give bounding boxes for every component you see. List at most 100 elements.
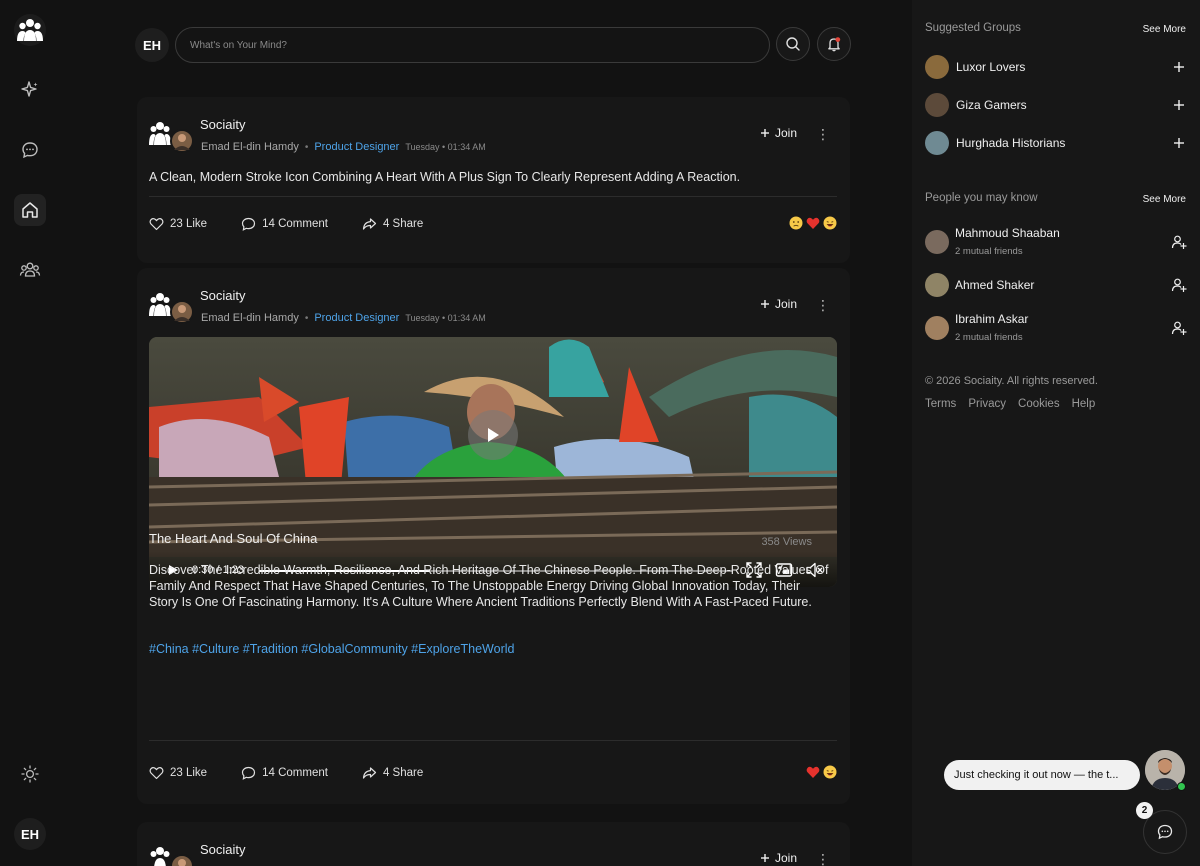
more-options-icon[interactable]: ⋮	[816, 126, 830, 142]
bell-icon	[828, 37, 841, 52]
group-suggestion[interactable]: Luxor Lovers	[925, 55, 1187, 81]
nav-home[interactable]	[14, 194, 46, 226]
person-suggestion[interactable]: Ibrahim Askar 2 mutual friends	[925, 312, 1187, 350]
plus-icon[interactable]	[1171, 59, 1187, 75]
group-avatar[interactable]	[149, 115, 193, 155]
post-divider	[149, 740, 837, 741]
join-button[interactable]: Join	[760, 297, 797, 311]
user-avatar[interactable]: EH	[14, 818, 46, 850]
post-card: Sociaity Emad El-din Hamdy • Product Des…	[137, 97, 850, 263]
person-name[interactable]: Ahmed Shaker	[955, 278, 1034, 292]
composer-input[interactable]: What's on Your Mind?	[175, 27, 770, 63]
person-suggestion[interactable]: Mahmoud Shaaban 2 mutual friends	[925, 226, 1187, 264]
group-name[interactable]: Sociaity	[200, 117, 246, 132]
share-button[interactable]: 4 Share	[362, 766, 423, 780]
author-name[interactable]: Emad El-din Hamdy	[201, 312, 299, 324]
chat-bubble-icon	[1157, 824, 1173, 840]
share-icon	[362, 218, 377, 230]
nav-groups[interactable]	[14, 254, 46, 286]
comment-button[interactable]: 14 Comment	[241, 766, 328, 780]
like-button[interactable]: 23 Like	[149, 766, 207, 780]
view-count: 358 Views	[761, 536, 812, 548]
post-time: Tuesday • 01:34 AM	[405, 142, 486, 152]
footer-link-help[interactable]: Help	[1072, 398, 1096, 410]
mutual-friends: 2 mutual friends	[955, 332, 1023, 343]
chat-preview-bubble[interactable]: Just checking it out now — the t...	[944, 760, 1140, 790]
search-icon	[786, 37, 800, 51]
comment-button[interactable]: 14 Comment	[241, 217, 328, 231]
comment-count: 14 Comment	[262, 767, 328, 779]
like-count: 23 Like	[170, 218, 208, 230]
composer-avatar[interactable]: EH	[135, 28, 169, 62]
reaction-summary[interactable]	[789, 216, 837, 230]
theme-toggle[interactable]	[14, 758, 46, 790]
add-friend-icon[interactable]	[1171, 320, 1187, 336]
hashtags[interactable]: #China #Culture #Tradition #GlobalCommun…	[149, 642, 514, 656]
sun-icon	[21, 765, 39, 783]
group-suggestion[interactable]: Hurghada Historians	[925, 131, 1187, 157]
reaction-summary[interactable]	[806, 765, 837, 779]
notifications-button[interactable]	[817, 27, 851, 61]
group-name[interactable]: Sociaity	[200, 842, 246, 857]
app-logo[interactable]	[14, 14, 46, 46]
person-name[interactable]: Mahmoud Shaaban	[955, 226, 1060, 240]
laugh-emoji-icon	[823, 765, 837, 779]
groups-see-more-link[interactable]: See More	[1143, 24, 1186, 35]
online-status-dot	[1177, 782, 1186, 791]
plus-icon	[760, 300, 769, 308]
footer-link-terms[interactable]: Terms	[925, 398, 956, 410]
post-actions: 23 Like 14 Comment 4 Share	[149, 763, 837, 783]
avatar	[925, 316, 949, 340]
group-suggestion-name[interactable]: Giza Gamers	[956, 98, 1027, 112]
group-suggestion-name[interactable]: Luxor Lovers	[956, 60, 1025, 74]
left-rail: EH	[0, 0, 60, 866]
video-frame	[149, 337, 837, 587]
nav-explore[interactable]	[14, 74, 46, 106]
post-actions: 23 Like 14 Comment 4 Share	[149, 214, 837, 234]
author-name[interactable]: Emad El-din Hamdy	[201, 141, 299, 153]
sparkle-icon	[21, 81, 38, 97]
home-icon	[22, 202, 38, 218]
person-suggestion[interactable]: Ahmed Shaker	[925, 273, 1187, 299]
group-name[interactable]: Sociaity	[200, 288, 246, 303]
author-role[interactable]: Product Designer	[314, 312, 399, 324]
add-friend-icon[interactable]	[1171, 234, 1187, 250]
join-button[interactable]: Join	[760, 851, 797, 865]
heart-emoji-icon	[806, 217, 820, 229]
post-header: Sociaity Emad El-din Hamdy • Product Des…	[149, 284, 839, 328]
plus-icon[interactable]	[1171, 97, 1187, 113]
post-header: Sociaity Join ⋮	[149, 838, 839, 866]
add-friend-icon[interactable]	[1171, 277, 1187, 293]
more-options-icon[interactable]: ⋮	[816, 297, 830, 313]
person-name[interactable]: Ibrahim Askar	[955, 312, 1028, 326]
share-count: 4 Share	[382, 218, 424, 230]
nav-messages[interactable]	[14, 134, 46, 166]
plus-icon[interactable]	[1171, 135, 1187, 151]
share-button[interactable]: 4 Share	[362, 217, 423, 231]
avatar	[925, 273, 949, 297]
composer-placeholder: What's on Your Mind?	[190, 39, 287, 51]
post-time: Tuesday • 01:34 AM	[405, 313, 486, 323]
join-button[interactable]: Join	[760, 126, 797, 140]
group-suggestion[interactable]: Giza Gamers	[925, 93, 1187, 119]
play-button-center[interactable]	[468, 410, 518, 460]
meta-separator: •	[304, 141, 309, 153]
group-avatar	[925, 55, 949, 79]
heart-icon	[149, 217, 164, 231]
people-see-more-link[interactable]: See More	[1143, 194, 1186, 205]
post-text: A Clean, Modern Stroke Icon Combining A …	[149, 170, 741, 184]
search-button[interactable]	[776, 27, 810, 61]
footer-link-privacy[interactable]: Privacy	[968, 398, 1006, 410]
post-divider	[149, 196, 837, 197]
author-role[interactable]: Product Designer	[314, 141, 399, 153]
video-player[interactable]: 0:30 / 1:23	[149, 337, 837, 587]
group-suggestion-name[interactable]: Hurghada Historians	[956, 136, 1065, 150]
like-button[interactable]: 23 Like	[149, 217, 207, 231]
footer-link-cookies[interactable]: Cookies	[1018, 398, 1060, 410]
join-label: Join	[774, 126, 797, 140]
meta-separator: •	[304, 312, 309, 324]
more-options-icon[interactable]: ⋮	[816, 851, 830, 866]
group-avatar[interactable]	[149, 286, 193, 326]
post-meta: Emad El-din Hamdy • Product Designer Tue…	[201, 312, 486, 324]
group-avatar[interactable]	[149, 840, 193, 866]
